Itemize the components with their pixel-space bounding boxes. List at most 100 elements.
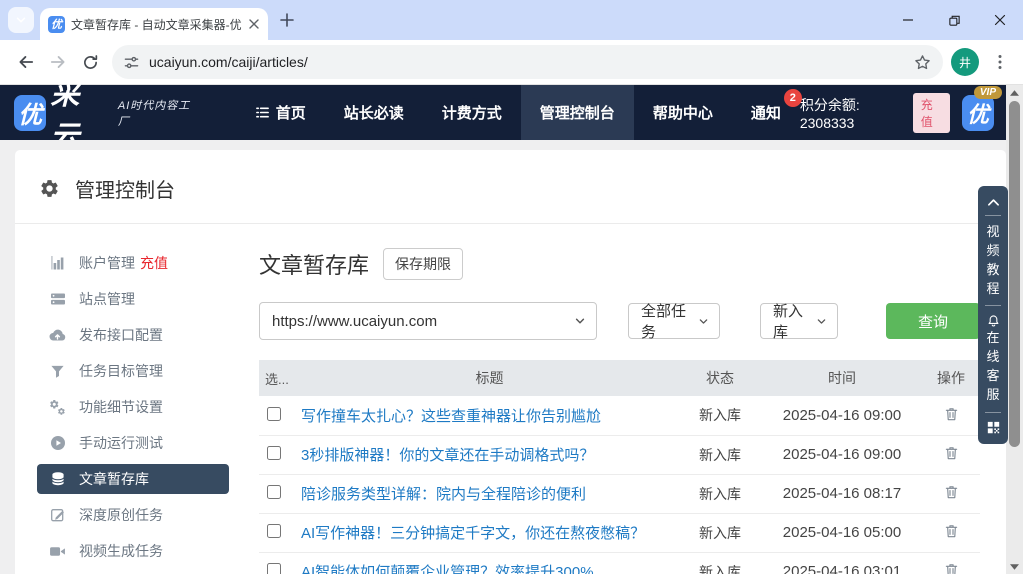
nav-item-must-read[interactable]: 站长必读 <box>325 85 423 140</box>
divider <box>985 305 1001 307</box>
gear-icon <box>39 178 60 199</box>
chevron-up-icon[interactable] <box>987 197 1000 207</box>
row-time: 2025-04-16 09:00 <box>762 435 922 475</box>
trash-icon[interactable] <box>944 445 959 461</box>
browser-profile-avatar[interactable]: 井 <box>951 48 979 76</box>
sidebar-item-label: 深度原创任务 <box>79 507 163 523</box>
divider <box>985 411 1001 413</box>
nav-item-help[interactable]: 帮助中心 <box>634 85 732 140</box>
query-button[interactable]: 查询 <box>886 303 980 339</box>
table-row: 3秒排版神器！你的文章还在手动调格式吗？ 新入库 2025-04-16 09:0… <box>259 435 980 475</box>
sidebar-item-task-targets[interactable]: 任务目标管理 <box>37 356 229 386</box>
chevron-down-icon <box>574 315 586 327</box>
trash-icon[interactable] <box>944 406 959 422</box>
row-status: 新入库 <box>678 552 762 574</box>
minimize-button[interactable] <box>885 0 931 40</box>
gears-icon <box>49 399 66 416</box>
col-select: 选... <box>259 360 301 396</box>
task-select-value: 全部任务 <box>641 303 687 341</box>
site-navbar: 优 采云 AI时代内容工厂 首页 站长必读 计费方式 管理控制台 帮助中心 通知… <box>0 79 1006 153</box>
restore-button[interactable] <box>931 0 977 40</box>
tab-close-icon[interactable] <box>248 18 260 30</box>
site-settings-icon[interactable] <box>124 55 139 70</box>
scroll-up-arrow[interactable] <box>1006 85 1023 100</box>
close-window-button[interactable] <box>977 0 1023 40</box>
row-checkbox[interactable] <box>267 563 281 574</box>
recharge-button[interactable]: 充值 <box>912 92 951 133</box>
nav-item-pricing[interactable]: 计费方式 <box>423 85 521 140</box>
row-status: 新入库 <box>678 435 762 475</box>
scroll-down-arrow[interactable] <box>1006 559 1023 574</box>
url-text[interactable]: ucaiyun.com/caiji/articles/ <box>149 54 914 70</box>
notification-badge: 2 <box>783 89 802 107</box>
site-select[interactable]: https://www.ucaiyun.com <box>259 302 597 340</box>
col-actions: 操作 <box>922 360 980 396</box>
tab-title: 文章暂存库 - 自动文章采集器-优 <box>71 17 242 32</box>
article-link[interactable]: 3秒排版神器！你的文章还在手动调格式吗？ <box>301 447 594 464</box>
sidebar-item-label: 文章暂存库 <box>79 471 149 487</box>
page-scrollbar[interactable] <box>1006 85 1023 574</box>
table-row: 写作撞车太扎心？这些查重神器让你告别尴尬 新入库 2025-04-16 09:0… <box>259 396 980 436</box>
address-bar[interactable]: ucaiyun.com/caiji/articles/ <box>112 45 943 79</box>
nav-item-home[interactable]: 首页 <box>236 85 325 140</box>
points-balance: 积分余额: 2308333 <box>799 96 860 131</box>
chevron-down-icon <box>698 316 709 327</box>
trash-icon[interactable] <box>944 484 959 500</box>
video-icon <box>49 543 66 560</box>
browser-menu-icon[interactable] <box>987 49 1013 75</box>
logo-icon: 优 <box>14 94 47 131</box>
article-link[interactable]: 陪诊服务类型详解：院内与全程陪诊的便利 <box>301 486 586 503</box>
nav-item-notifications[interactable]: 通知 2 <box>732 85 802 140</box>
sidebar-item-video-tasks[interactable]: 视频生成任务 <box>37 536 229 566</box>
sidebar-item-manual-test[interactable]: 手动运行测试 <box>37 428 229 458</box>
bell-icon[interactable] <box>987 314 1000 328</box>
scrollbar-thumb[interactable] <box>1009 101 1020 447</box>
nav-item-label: 帮助中心 <box>652 105 713 122</box>
save-period-button[interactable]: 保存期限 <box>383 248 464 280</box>
avatar-text: 优 <box>967 101 990 127</box>
nav-item-label: 通知 <box>750 105 781 122</box>
page-title: 管理控制台 <box>75 180 175 202</box>
trash-icon[interactable] <box>944 523 959 539</box>
row-time: 2025-04-16 03:01 <box>762 552 922 574</box>
chevron-down-icon <box>816 316 827 327</box>
bookmark-star-icon[interactable] <box>914 54 931 71</box>
server-icon <box>49 291 66 307</box>
video-tutorial-link[interactable]: 视频教程 <box>986 223 1001 298</box>
sidebar-recharge-link[interactable]: 充值 <box>140 253 168 273</box>
sidebar-item-label: 功能细节设置 <box>79 399 163 415</box>
trash-icon[interactable] <box>944 562 959 574</box>
nav-menu: 首页 站长必读 计费方式 管理控制台 帮助中心 通知 2 <box>236 85 802 140</box>
browser-tab[interactable]: 优 文章暂存库 - 自动文章采集器-优 <box>40 8 268 40</box>
sidebar-item-publish-api[interactable]: 发布接口配置 <box>37 320 229 350</box>
sidebar-item-label: 视频生成任务 <box>79 543 163 559</box>
qr-code-icon[interactable] <box>987 421 1000 434</box>
row-checkbox[interactable] <box>267 406 281 421</box>
sidebar-item-original-tasks[interactable]: 深度原创任务 <box>37 500 229 530</box>
article-link[interactable]: AI智能体如何颠覆企业管理？效率提升300% <box>301 564 594 574</box>
chevron-down-icon <box>15 14 27 26</box>
row-checkbox[interactable] <box>267 446 281 460</box>
status-select[interactable]: 新入库 <box>760 303 838 341</box>
sidebar-item-account[interactable]: 账户管理 充值 <box>37 248 229 278</box>
new-tab-button[interactable] <box>280 13 294 27</box>
row-checkbox[interactable] <box>267 524 281 538</box>
task-select[interactable]: 全部任务 <box>628 303 720 341</box>
sidebar-item-sites[interactable]: 站点管理 <box>37 284 229 314</box>
nav-item-label: 站长必读 <box>343 105 404 122</box>
tab-search-button[interactable] <box>8 7 34 33</box>
browser-tabstrip: 优 文章暂存库 - 自动文章采集器-优 <box>0 0 1023 40</box>
database-icon <box>49 471 66 487</box>
site-select-value: https://www.ucaiyun.com <box>272 312 438 330</box>
article-link[interactable]: 写作撞车太扎心？这些查重神器让你告别尴尬 <box>301 408 601 425</box>
article-link[interactable]: AI写作神器！三分钟搞定千字文，你还在熬夜憋稿？ <box>301 525 645 542</box>
nav-item-console[interactable]: 管理控制台 <box>520 85 634 140</box>
online-service-link[interactable]: 在线客服 <box>986 329 1001 404</box>
row-checkbox[interactable] <box>267 485 281 499</box>
sidebar-item-article-store[interactable]: 文章暂存库 <box>37 464 229 494</box>
window-controls <box>885 0 1023 40</box>
main-content: 文章暂存库 保存期限 https://www.ucaiyun.com 全部任务 <box>259 248 980 574</box>
sidebar-item-label: 任务目标管理 <box>79 363 163 379</box>
sidebar-item-feature-settings[interactable]: 功能细节设置 <box>37 392 229 422</box>
user-avatar[interactable]: 优 VIP <box>962 85 1002 131</box>
